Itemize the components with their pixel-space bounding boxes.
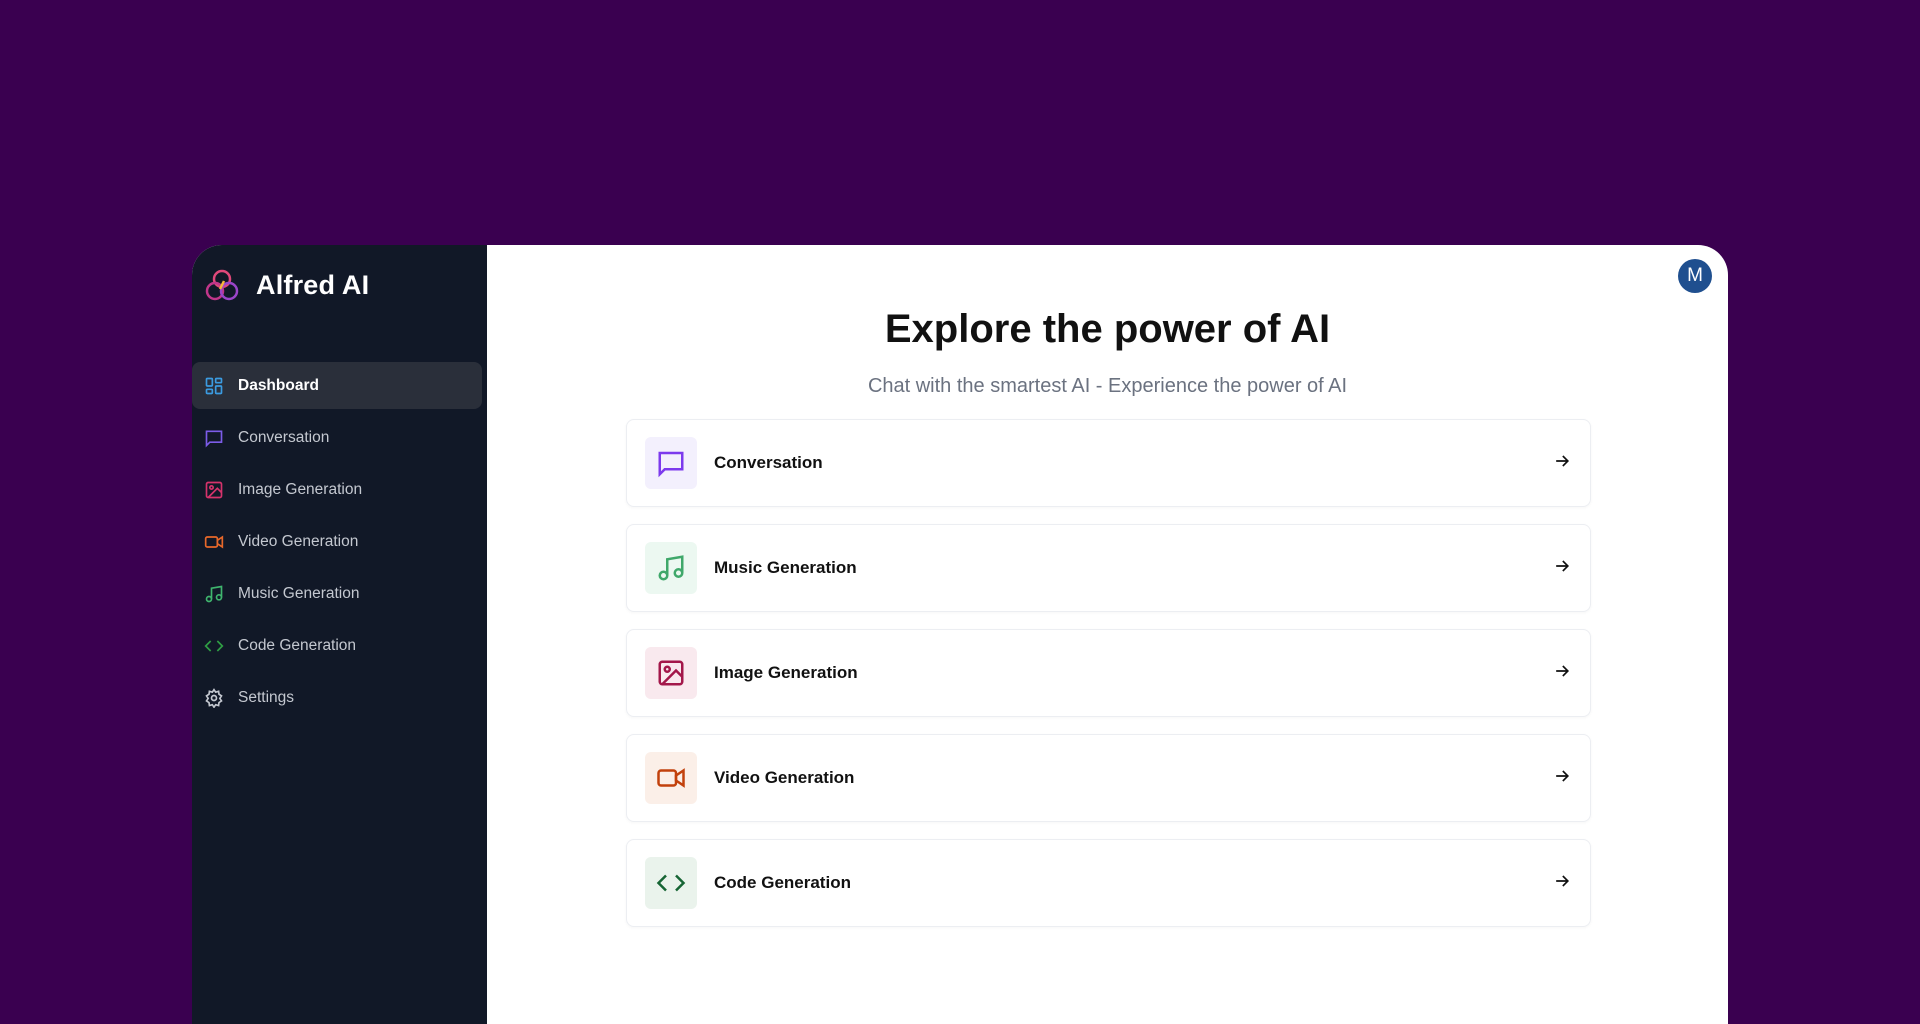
sidebar-item-label: Music Generation: [238, 584, 360, 602]
image-icon: [205, 481, 223, 498]
app-window: Alfred AI Dashboard Conversation Image G…: [192, 245, 1728, 1024]
sidebar-item-music-generation[interactable]: Music Generation: [192, 570, 482, 617]
main-content: M Explore the power of AI Chat with the …: [487, 245, 1728, 1024]
sidebar-item-settings[interactable]: Settings: [192, 674, 482, 721]
card-label: Conversation: [714, 453, 823, 472]
sidebar-item-label: Settings: [238, 688, 295, 706]
video-icon: [204, 534, 224, 549]
arrow-right-icon: [1552, 556, 1572, 581]
card-icon-box: [645, 542, 697, 594]
music-icon: [658, 555, 684, 581]
card-icon-box: [645, 647, 697, 699]
user-avatar[interactable]: M: [1678, 259, 1712, 293]
sidebar: Alfred AI Dashboard Conversation Image G…: [192, 245, 487, 1024]
settings-icon: [205, 687, 223, 708]
card-image-generation[interactable]: Image Generation: [626, 629, 1591, 717]
sidebar-item-label: Image Generation: [238, 480, 363, 498]
sidebar-item-conversation[interactable]: Conversation: [192, 414, 482, 461]
page-subtitle: Chat with the smartest AI - Experience t…: [867, 375, 1348, 397]
video-icon: [657, 768, 685, 788]
sidebar-item-video-generation[interactable]: Video Generation: [192, 518, 482, 565]
code-icon: [204, 639, 224, 652]
sidebar-nav: Dashboard Conversation Image Generation …: [192, 362, 482, 726]
music-icon: [205, 585, 223, 602]
app-name: Alfred AI: [256, 269, 370, 300]
logo[interactable]: Alfred AI: [204, 267, 369, 303]
card-icon-box: [645, 752, 697, 804]
dashboard-icon: [205, 377, 223, 394]
image-icon: [658, 660, 684, 686]
arrow-right-icon: [1552, 661, 1572, 686]
card-icon-box: [645, 437, 697, 489]
sidebar-item-image-generation[interactable]: Image Generation: [192, 466, 482, 513]
arrow-right-icon: [1552, 451, 1572, 476]
card-label: Image Generation: [714, 663, 858, 682]
card-conversation[interactable]: Conversation: [626, 419, 1591, 507]
page-title: Explore the power of AI: [884, 307, 1331, 351]
sidebar-item-label: Conversation: [238, 428, 330, 446]
logo-icon: [205, 269, 239, 301]
sidebar-item-label: Video Generation: [238, 532, 359, 550]
card-icon-box: [645, 857, 697, 909]
arrow-right-icon: [1552, 766, 1572, 791]
card-label: Video Generation: [714, 768, 855, 787]
sidebar-item-dashboard[interactable]: Dashboard: [192, 362, 482, 409]
sidebar-item-label: Dashboard: [238, 376, 319, 394]
message-square-icon: [205, 430, 223, 448]
card-code-generation[interactable]: Code Generation: [626, 839, 1591, 927]
sidebar-item-label: Code Generation: [238, 636, 357, 654]
message-square-icon: [658, 451, 684, 478]
code-icon: [656, 874, 686, 892]
card-music-generation[interactable]: Music Generation: [626, 524, 1591, 612]
card-label: Music Generation: [714, 558, 857, 577]
sidebar-item-code-generation[interactable]: Code Generation: [192, 622, 482, 669]
card-label: Code Generation: [714, 873, 851, 892]
arrow-right-icon: [1552, 871, 1572, 896]
card-video-generation[interactable]: Video Generation: [626, 734, 1591, 822]
tool-cards: Conversation Music Generation Image Gene…: [626, 419, 1591, 944]
